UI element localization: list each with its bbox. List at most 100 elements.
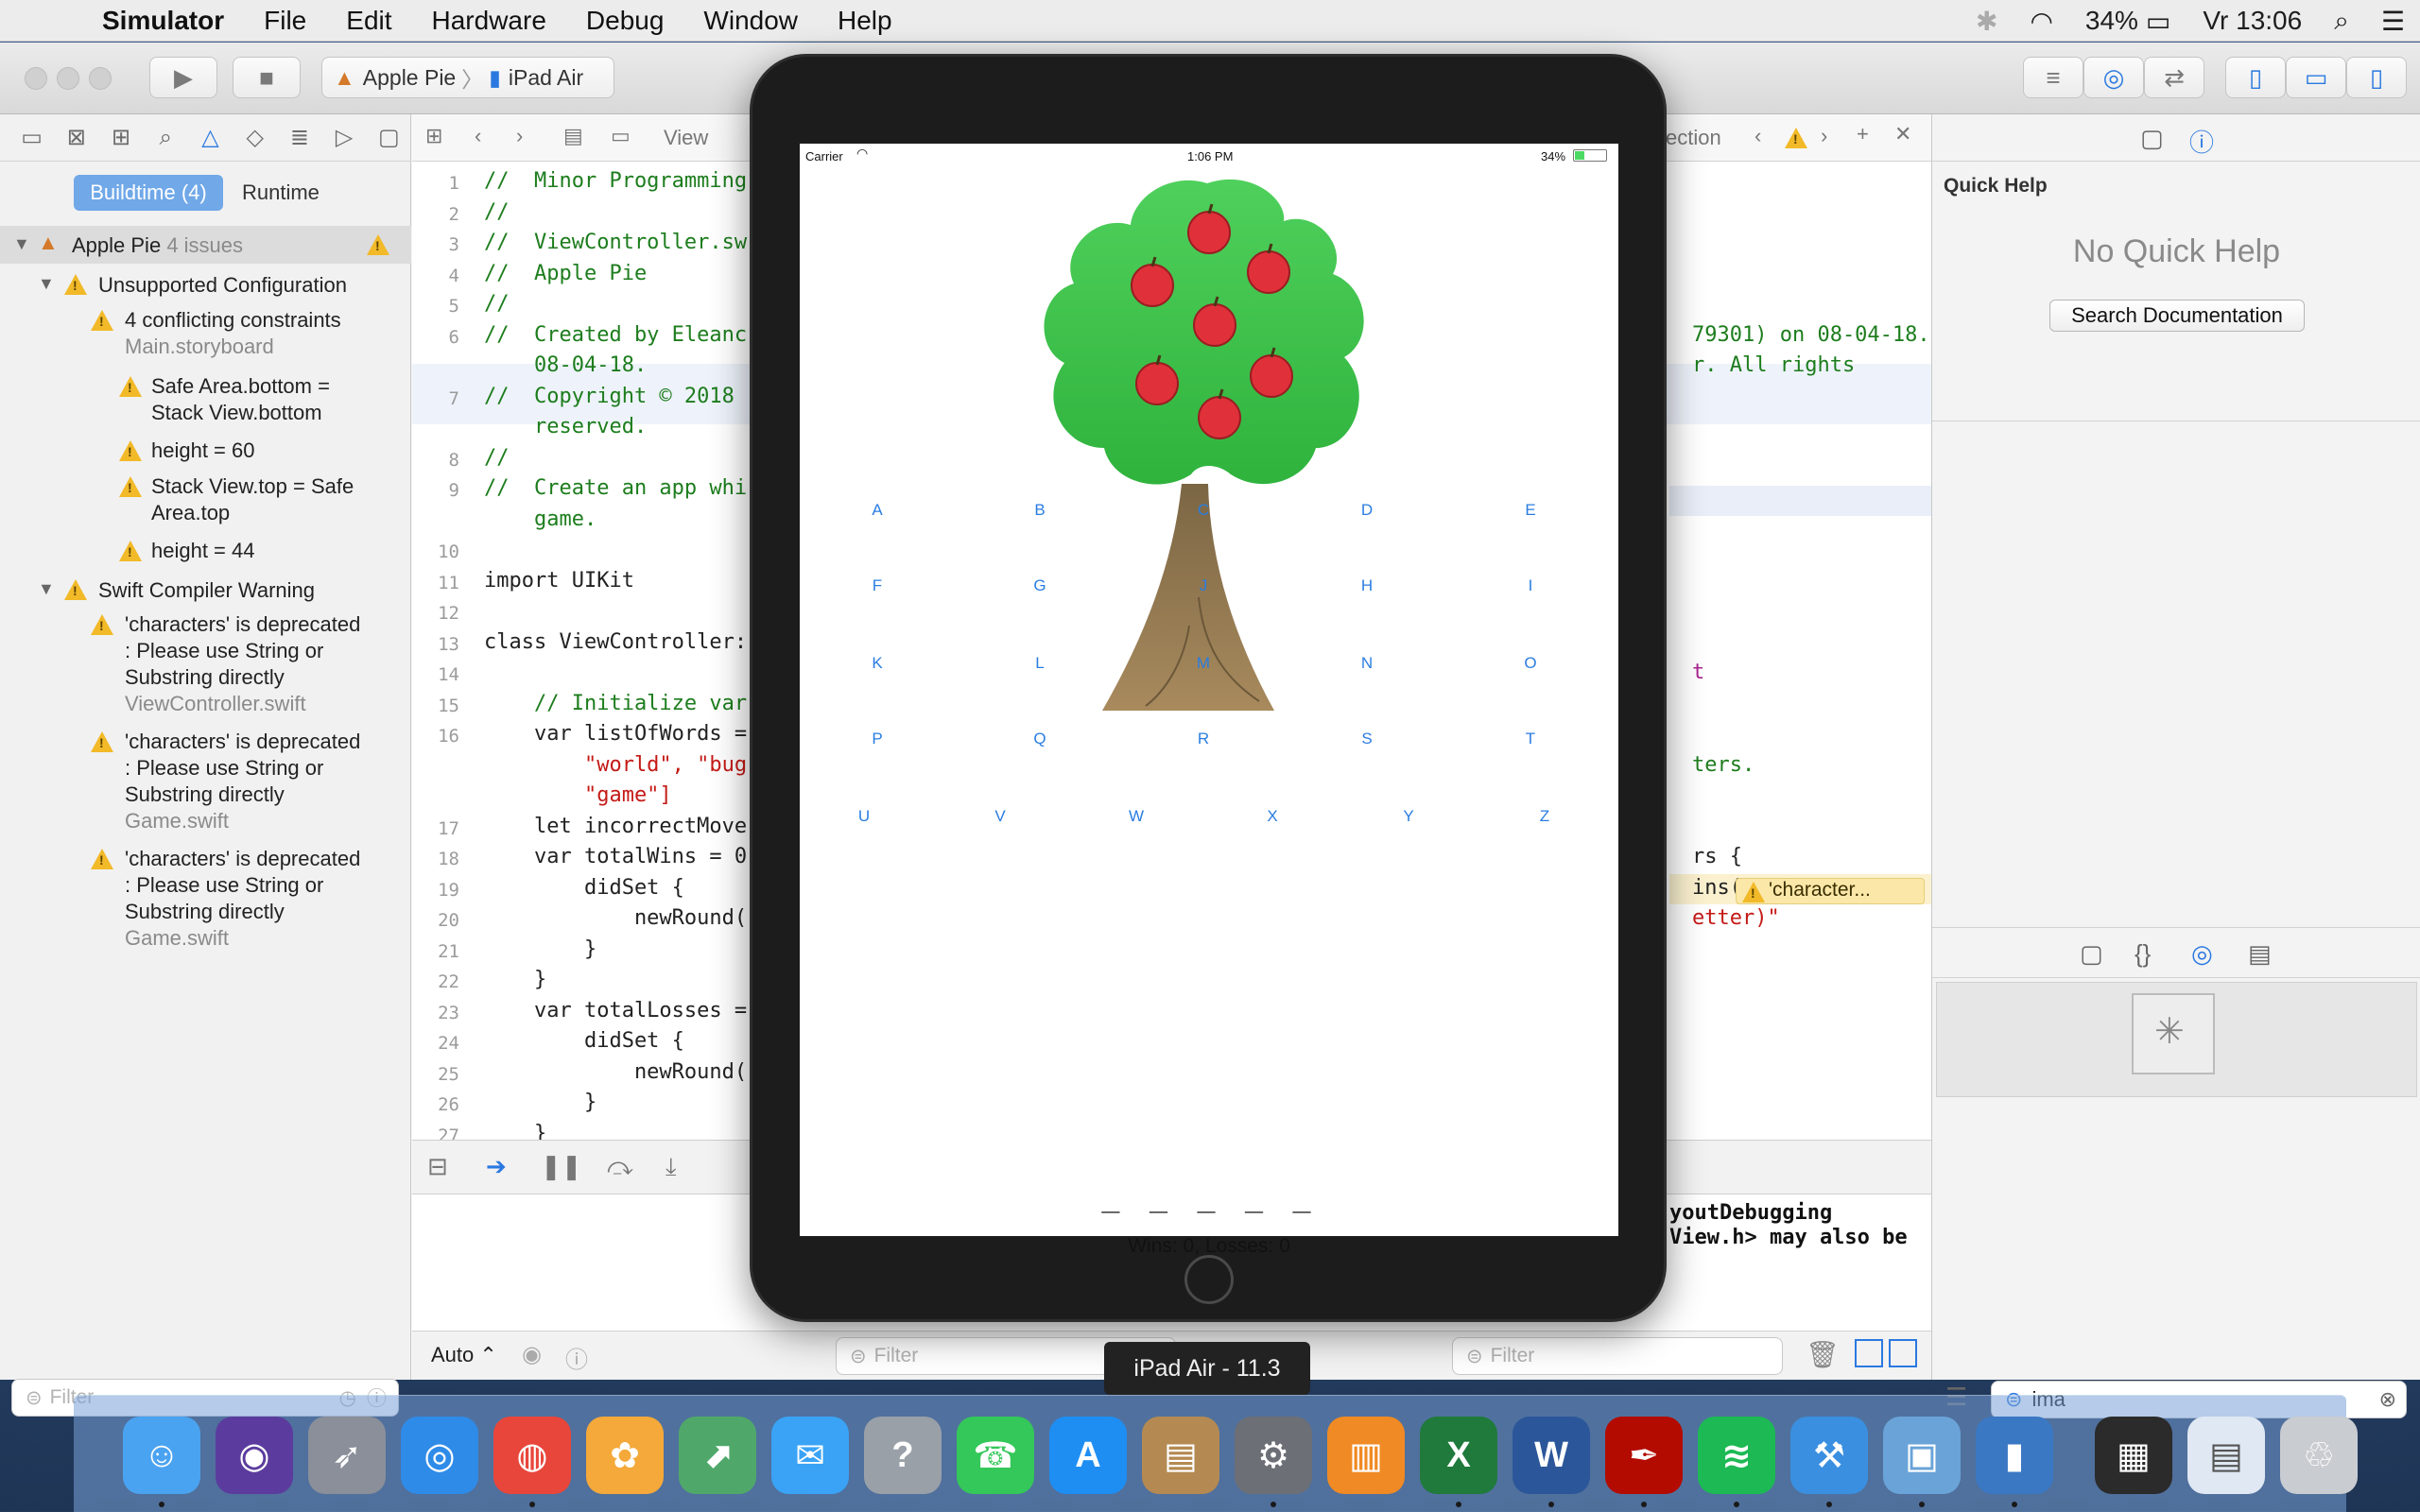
scheme-selector[interactable]: ▲ Apple Pie 〉 ▮ iPad Air bbox=[321, 57, 614, 98]
letter-button-k[interactable]: K bbox=[849, 654, 906, 673]
dock-acrobat-icon[interactable]: ✒ bbox=[1605, 1417, 1683, 1494]
disclosure-triangle-icon[interactable]: ▼ bbox=[38, 579, 55, 599]
dock-excel-icon[interactable]: X bbox=[1420, 1417, 1497, 1494]
dock-maps-icon[interactable]: ⬈ bbox=[679, 1417, 756, 1494]
letter-button-x[interactable]: X bbox=[1244, 807, 1301, 826]
window-minimize-button[interactable] bbox=[57, 67, 79, 90]
letter-button-p[interactable]: P bbox=[849, 730, 906, 748]
issue-item[interactable]: 'characters' is deprecated : Please use … bbox=[0, 608, 411, 725]
letter-button-c[interactable]: C bbox=[1175, 501, 1232, 520]
dock-contacts-icon[interactable]: ▤ bbox=[1142, 1417, 1219, 1494]
test-icon[interactable]: ◇ bbox=[233, 124, 277, 151]
issue-item[interactable]: 4 conflicting constraints Main.storyboar… bbox=[0, 303, 411, 369]
disclosure-triangle-icon[interactable]: ▼ bbox=[13, 234, 30, 254]
tab-buildtime[interactable]: Buildtime (4) bbox=[74, 175, 223, 211]
standard-editor-button[interactable]: ≡ bbox=[2023, 57, 2083, 98]
pause-icon[interactable]: ❚❚ bbox=[541, 1152, 582, 1181]
home-button[interactable] bbox=[1184, 1255, 1234, 1304]
letter-button-w[interactable]: W bbox=[1108, 807, 1165, 826]
version-editor-button[interactable]: ⇄ bbox=[2144, 57, 2204, 98]
dock-chrome-icon[interactable]: ◍ bbox=[493, 1417, 571, 1494]
letter-button-z[interactable]: Z bbox=[1516, 807, 1573, 826]
wifi-icon[interactable]: ◠ bbox=[2030, 6, 2052, 37]
menu-debug[interactable]: Debug bbox=[586, 6, 665, 36]
search-documentation-button[interactable]: Search Documentation bbox=[2049, 300, 2305, 332]
search-icon[interactable]: ⌕ bbox=[144, 125, 188, 151]
dock-screenshot-icon[interactable]: ▦ bbox=[2095, 1417, 2172, 1494]
letter-button-s[interactable]: S bbox=[1339, 730, 1395, 748]
menu-file[interactable]: File bbox=[264, 6, 306, 36]
step-over-icon[interactable]: ⤼ bbox=[607, 1152, 633, 1182]
debug-icon[interactable]: ≣ bbox=[277, 124, 321, 151]
letter-button-y[interactable]: Y bbox=[1380, 807, 1437, 826]
tab-runtime[interactable]: Runtime bbox=[242, 175, 320, 211]
letter-button-m[interactable]: M bbox=[1175, 654, 1232, 673]
eye-icon[interactable]: ◉ bbox=[522, 1341, 542, 1368]
issue-item[interactable]: 'characters' is deprecated : Please use … bbox=[0, 842, 411, 959]
dock-photos-icon[interactable]: ✿ bbox=[586, 1417, 664, 1494]
dock-trash-icon[interactable]: ♲ bbox=[2280, 1417, 2358, 1494]
menu-edit[interactable]: Edit bbox=[346, 6, 391, 36]
project-row[interactable]: ▼ ▲ Apple Pie 4 issues bbox=[0, 226, 411, 264]
letter-button-v[interactable]: V bbox=[972, 807, 1028, 826]
run-button[interactable]: ▶ bbox=[149, 57, 217, 98]
breakpoint-icon[interactable]: ▷ bbox=[322, 124, 367, 151]
toggle-inspector-button[interactable]: ▯ bbox=[2346, 57, 2407, 98]
menu-window[interactable]: Window bbox=[703, 6, 798, 36]
jump-bar-right-crumb[interactable]: ection bbox=[1666, 126, 1721, 150]
dock-preview-icon[interactable]: ▣ bbox=[1883, 1417, 1961, 1494]
forward-icon[interactable]: › bbox=[516, 124, 523, 148]
dock-system-preferences-icon[interactable]: ⚙ bbox=[1235, 1417, 1312, 1494]
dock-simulator-icon[interactable]: ▮ bbox=[1976, 1417, 2053, 1494]
info-icon[interactable]: ⓘ bbox=[565, 1341, 588, 1374]
dock-safari-icon[interactable]: ◎ bbox=[401, 1417, 478, 1494]
letter-button-h[interactable]: H bbox=[1339, 576, 1395, 595]
letter-button-t[interactable]: T bbox=[1502, 730, 1559, 748]
assistant-editor-button[interactable]: ◎ bbox=[2083, 57, 2144, 98]
related-items-icon[interactable]: ⊞ bbox=[425, 124, 442, 148]
stop-button[interactable]: ■ bbox=[233, 57, 301, 98]
dock-documents-icon[interactable]: ▤ bbox=[2187, 1417, 2265, 1494]
split-left-icon[interactable] bbox=[1855, 1339, 1883, 1367]
clear-icon[interactable]: ⊗ bbox=[2379, 1387, 2396, 1412]
bluetooth-icon[interactable]: ✱ bbox=[1976, 6, 1997, 37]
dock-messages-icon[interactable]: ✉ bbox=[771, 1417, 849, 1494]
dock-facetime-icon[interactable]: ☎ bbox=[957, 1417, 1034, 1494]
dock-siri-icon[interactable]: ◉ bbox=[216, 1417, 293, 1494]
window-zoom-button[interactable] bbox=[89, 67, 112, 90]
variables-scope-select[interactable]: Auto ⌃ bbox=[431, 1343, 497, 1367]
step-in-icon[interactable]: ⤓ bbox=[666, 1152, 677, 1182]
letter-button-r[interactable]: R bbox=[1175, 730, 1232, 748]
object-library-icon[interactable]: ◎ bbox=[2191, 939, 2213, 969]
symbol-icon[interactable]: ⊞ bbox=[98, 124, 143, 151]
file-template-icon[interactable]: ▢ bbox=[2080, 939, 2103, 969]
clock[interactable]: Vr 13:06 bbox=[2203, 6, 2302, 36]
menu-hardware[interactable]: Hardware bbox=[432, 6, 546, 36]
breakpoints-toggle-icon[interactable]: ➔ bbox=[486, 1152, 507, 1181]
prev-issue-icon[interactable]: ‹ bbox=[1754, 124, 1761, 148]
disclosure-triangle-icon[interactable]: ▼ bbox=[38, 274, 55, 294]
folder-icon[interactable]: ▭ bbox=[9, 124, 54, 151]
add-editor-icon[interactable]: + bbox=[1857, 122, 1869, 146]
back-icon[interactable]: ‹ bbox=[475, 124, 481, 148]
close-icon[interactable]: ✕ bbox=[1894, 122, 1911, 146]
issue-item[interactable]: Stack View.top = Safe Area.top bbox=[0, 470, 411, 534]
console-filter-field[interactable]: ⊜ Filter bbox=[1452, 1337, 1783, 1375]
notification-center-icon[interactable]: ☰ bbox=[2381, 6, 2405, 37]
inline-warning-badge[interactable]: 'character... bbox=[1736, 878, 1925, 904]
dock-spotify-icon[interactable]: ≋ bbox=[1698, 1417, 1775, 1494]
issue-item[interactable]: height = 60 bbox=[0, 434, 411, 472]
jump-file-name[interactable]: View bbox=[664, 126, 708, 150]
letter-button-i[interactable]: I bbox=[1502, 576, 1559, 595]
dock-launchpad-icon[interactable]: ➶ bbox=[308, 1417, 386, 1494]
file-inspector-icon[interactable]: ▢ bbox=[2140, 124, 2164, 153]
dock-help-icon[interactable]: ? bbox=[864, 1417, 942, 1494]
issue-item[interactable]: Safe Area.bottom = Stack View.bottom bbox=[0, 369, 411, 434]
code-snippet-icon[interactable]: {} bbox=[2135, 939, 2151, 969]
letter-button-d[interactable]: D bbox=[1339, 501, 1395, 520]
trash-icon[interactable]: 🗑 bbox=[1806, 1339, 1840, 1370]
window-close-button[interactable] bbox=[25, 67, 47, 90]
split-right-icon[interactable] bbox=[1889, 1339, 1917, 1367]
letter-button-e[interactable]: E bbox=[1502, 501, 1559, 520]
media-library-icon[interactable]: ▤ bbox=[2248, 939, 2272, 969]
